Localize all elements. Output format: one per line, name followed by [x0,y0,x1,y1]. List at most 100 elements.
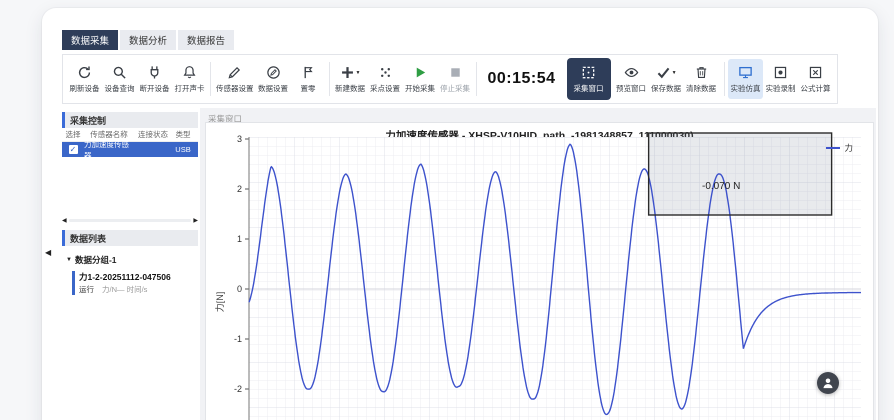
data-item-axes: 力/N— 时间/s [102,284,147,295]
sensor-name: 力加速度传感器 [84,139,134,161]
new-data-button[interactable]: ▼ 新建数据 [333,56,368,102]
col-select: 选择 [62,129,84,140]
tab-analysis[interactable]: 数据分析 [120,30,176,50]
eye-icon [624,65,639,80]
col-type: 类型 [172,129,194,140]
tab-acquisition[interactable]: 数据采集 [62,30,118,50]
scroll-left-icon[interactable]: ◀ [62,217,67,224]
sample-settings-label: 采点设置 [370,83,400,94]
left-sidebar: 采集控制 选择 传感器名称 连接状态 类型 ✓ 力加速度传感器 USB ◀ ▶ … [62,112,198,420]
chart-plot-svg[interactable]: 3210-1-2力[N] [249,137,861,420]
start-collect-label: 开始采集 [405,83,435,94]
user-avatar-button[interactable] [817,372,839,394]
dropdown-caret-icon[interactable]: ▼ [672,70,677,76]
data-settings-label: 数据设置 [258,83,288,94]
flag-icon [301,65,316,80]
app-card: 数据采集数据分析数据报告 刷新设备设备查询断开设备打开声卡传感器设置数据设置 置零… [42,8,878,420]
cursor-readout: -0.070 N [702,181,740,192]
check-icon [656,65,671,80]
toolbar-separator [329,62,330,96]
collect-window-label: 采集窗口 [574,83,604,94]
toolbar: 刷新设备设备查询断开设备打开声卡传感器设置数据设置 置零 ▼ 新建数据采点设置开始采集… [62,54,838,104]
data-settings-button[interactable]: 数据设置 [256,56,291,102]
collect-window-button[interactable]: 采集窗口 [567,58,611,100]
monitor-icon [738,65,753,80]
chart-legend[interactable]: 力 [826,142,853,154]
stop-collect-label: 停止采集 [440,83,470,94]
sensor-settings-button[interactable]: 传感器设置 [214,56,256,102]
experiment-sim-button[interactable]: 实验仿真 [728,59,763,99]
search-icon [112,65,127,80]
plus-icon [340,65,355,80]
experiment-record-label: 实验录制 [766,83,796,94]
app-window: 数据采集数据分析数据报告 刷新设备设备查询断开设备打开声卡传感器设置数据设置 置零… [0,0,894,420]
sensor-type: USB [172,145,194,154]
data-list-header: 数据列表 [62,230,198,246]
sensor-checkbox[interactable]: ✓ [69,145,78,154]
save-data-label: 保存数据 [651,83,681,94]
stop-collect-button[interactable]: 停止采集 [438,56,473,102]
trash-icon [694,65,709,80]
svg-text:-1: -1 [234,334,242,344]
data-item-status: 运行 [79,284,94,295]
collect-panel-header: 采集控制 [62,112,198,128]
tab-bar: 数据采集数据分析数据报告 [62,30,234,50]
start-collect-button[interactable]: 开始采集 [403,56,438,102]
zero-set-label: 置零 [301,83,316,94]
zero-set-button[interactable]: 置零 [291,56,326,102]
sidebar-collapse-icon[interactable]: ◀ [45,248,51,257]
zoom-selection-fill [649,133,832,215]
refresh-device-button[interactable]: 刷新设备 [67,56,102,102]
chart-plot[interactable]: 3210-1-2力[N] 力 -0.070 N [249,137,861,420]
clear-data-label: 清除数据 [686,83,716,94]
sample-settings-button[interactable]: 采点设置 [368,56,403,102]
refresh-device-label: 刷新设备 [70,83,100,94]
clear-data-button[interactable]: 清除数据 [684,56,719,102]
pen-icon [227,65,242,80]
scroll-right-icon[interactable]: ▶ [193,217,198,224]
pencil-circle-icon [266,65,281,80]
dots-icon [378,65,393,80]
person-icon [821,376,835,390]
toolbar-separator [476,62,477,96]
play-icon [413,65,428,80]
data-group-row[interactable]: ▼ 数据分组-1 [66,254,198,266]
disconnect-device-label: 断开设备 [140,83,170,94]
sensor-settings-label: 传感器设置 [216,83,254,94]
dashed-square-icon [581,65,596,80]
data-list-panel: 数据列表 ▼ 数据分组-1 力1-2-20251112-047506 运行 力/… [62,230,198,295]
search-device-button[interactable]: 设备查询 [102,56,137,102]
svg-text:-2: -2 [234,384,242,394]
refresh-icon [77,65,92,80]
col-status: 连接状态 [134,129,172,140]
disconnect-device-button[interactable]: 断开设备 [137,56,172,102]
toolbar-separator [210,62,211,96]
bell-icon [182,65,197,80]
data-group-label: 数据分组-1 [75,254,117,266]
svg-text:0: 0 [237,284,242,294]
svg-text:2: 2 [237,184,242,194]
tab-report[interactable]: 数据报告 [178,30,234,50]
svg-text:1: 1 [237,234,242,244]
chart-card: 力加速度传感器 - XHSP-V10HID_path_-1981348857_1… [205,122,874,420]
legend-label: 力 [844,142,853,154]
legend-swatch [826,147,840,149]
formula-calc-label: 公式计算 [801,83,831,94]
scrollbar-track [69,219,192,222]
horizontal-scrollbar[interactable]: ◀ ▶ [62,216,198,224]
svg-text:3: 3 [237,134,242,144]
formula-calc-button[interactable]: 公式计算 [798,56,833,102]
open-soundcard-button[interactable]: 打开声卡 [172,56,207,102]
preview-window-button[interactable]: 预览窗口 [614,56,649,102]
preview-window-label: 预览窗口 [616,83,646,94]
dropdown-caret-icon[interactable]: ▼ [356,70,361,76]
sensor-row[interactable]: ✓ 力加速度传感器 USB [62,142,198,157]
formula-icon [808,65,823,80]
stop-icon [448,65,463,80]
experiment-record-button[interactable]: 实验录制 [763,56,798,102]
caret-down-icon: ▼ [66,257,72,263]
save-data-button[interactable]: ▼ 保存数据 [649,56,684,102]
data-list-item[interactable]: 力1-2-20251112-047506 运行 力/N— 时间/s [72,271,198,295]
new-data-label: 新建数据 [335,83,365,94]
data-item-title: 力1-2-20251112-047506 [79,271,198,283]
